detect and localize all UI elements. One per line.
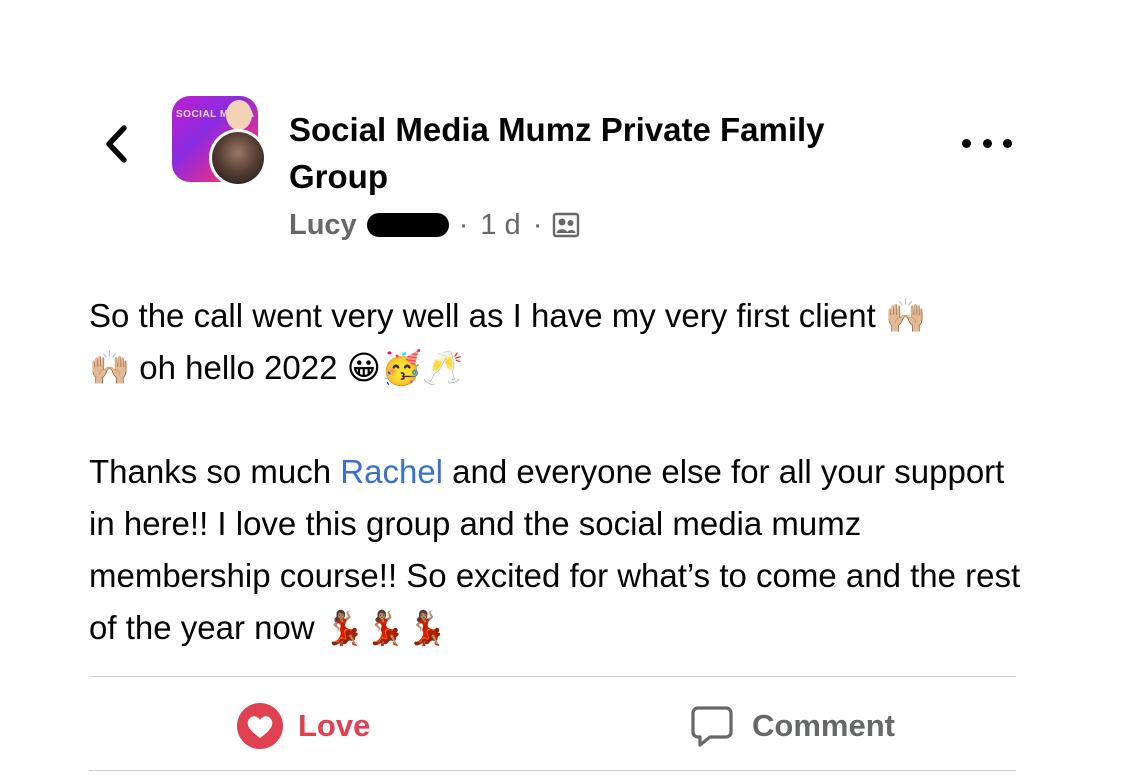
author-photo (212, 132, 264, 184)
post-text: So the call went very well as I have my … (89, 290, 1039, 654)
actions-divider (89, 770, 1016, 771)
back-button[interactable] (96, 122, 136, 166)
meta-separator: · (532, 208, 543, 241)
meta-separator: · (458, 208, 469, 241)
more-dot (962, 138, 971, 148)
comment-label: Comment (752, 708, 895, 743)
post-avatar[interactable]: SOCIAL MEDIA (172, 96, 272, 192)
group-name[interactable]: Social Media Mumz Private Family Group (289, 106, 889, 200)
heart-icon (237, 703, 283, 749)
comment-button[interactable]: Comment (690, 700, 895, 752)
chevron-left-icon (106, 125, 127, 163)
post-line: 🙌🏼 oh hello 2022 😀🥳🥂 (89, 349, 464, 386)
post-line: So the call went very well as I have my … (89, 297, 927, 334)
group-avatar-face (226, 100, 252, 130)
love-label: Love (298, 708, 371, 743)
love-reaction-button[interactable]: Love (236, 700, 370, 752)
actions-divider (89, 676, 1016, 677)
post-screen: SOCIAL MEDIA Social Media Mumz Private F… (0, 0, 1136, 782)
post-text-fragment: Thanks so much (89, 453, 341, 490)
group-members-icon (552, 211, 580, 239)
post-time[interactable]: 1 d (480, 209, 520, 242)
author-name[interactable]: Lucy (289, 209, 357, 242)
comment-bubble-icon (691, 706, 733, 747)
mention-link[interactable]: Rachel (340, 453, 443, 490)
post-meta: Lucy · 1 d · (289, 205, 580, 245)
more-dot (982, 138, 992, 148)
redacted-surname (366, 213, 449, 237)
post-paragraph: Thanks so much Rachel and everyone else … (89, 446, 1039, 654)
more-dot (1003, 138, 1012, 148)
more-options-button[interactable] (962, 126, 1012, 160)
author-avatar[interactable] (209, 129, 267, 187)
